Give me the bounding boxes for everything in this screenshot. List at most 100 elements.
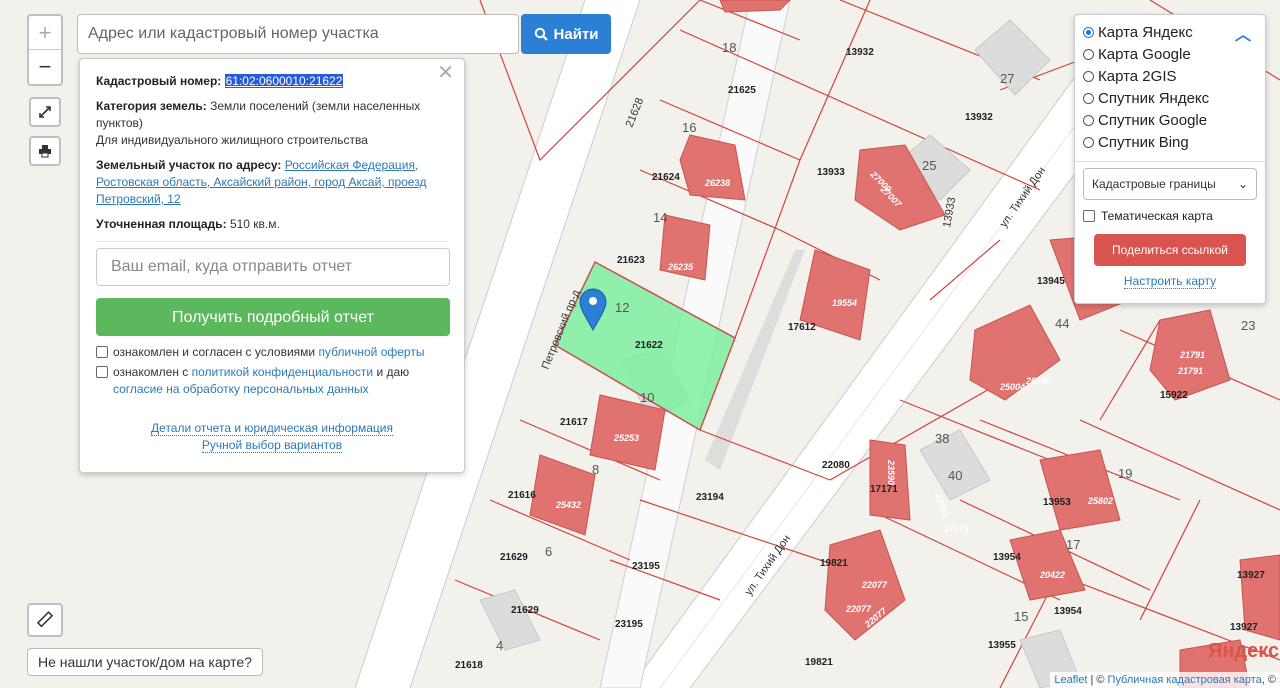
- layers-panel: ︿ Карта Яндекс Карта Google Карта 2GIS Спут…: [1074, 14, 1266, 304]
- svg-text:13932: 13932: [965, 112, 993, 123]
- radio-icon[interactable]: [1083, 92, 1094, 104]
- map-type-label: Карта Google: [1098, 45, 1191, 63]
- svg-text:25004: 25004: [999, 382, 1025, 392]
- offer-checkbox[interactable]: [96, 346, 108, 358]
- search-input[interactable]: Адрес или кадастровый номер участка: [77, 14, 519, 54]
- svg-text:13927: 13927: [1237, 570, 1265, 581]
- svg-text:13945: 13945: [1037, 276, 1065, 287]
- layer-select[interactable]: Кадастровые границы ⌄: [1083, 168, 1257, 200]
- thematic-checkbox[interactable]: [1083, 210, 1095, 222]
- svg-text:21629: 21629: [500, 552, 528, 563]
- report-details-link[interactable]: Детали отчета и юридическая информация: [151, 421, 393, 436]
- svg-text:21791: 21791: [1179, 350, 1205, 360]
- radio-icon[interactable]: [1083, 70, 1094, 82]
- layer-select-value: Кадастровые границы: [1092, 177, 1216, 191]
- area-value: 510 кв.м.: [229, 217, 280, 231]
- manual-selection-link[interactable]: Ручной выбор вариантов: [201, 438, 343, 453]
- map-type-option[interactable]: Карта 2GIS: [1083, 65, 1257, 87]
- close-icon[interactable]: ✕: [437, 63, 454, 83]
- map-type-options: Карта Яндекс Карта Google Карта 2GIS Спутни…: [1083, 21, 1257, 153]
- not-found-button[interactable]: Не нашли участок/дом на карте?: [27, 648, 263, 676]
- find-button[interactable]: Найти: [521, 14, 611, 54]
- setup-map-link[interactable]: Настроить карту: [1123, 274, 1217, 289]
- share-link-button[interactable]: Поделиться ссылкой: [1094, 234, 1246, 266]
- svg-text:17171: 17171: [944, 524, 969, 534]
- privacy-checkbox[interactable]: [96, 366, 108, 378]
- offer-agree-checkbox-row[interactable]: ознакомлен и согласен с условиями публич…: [96, 344, 448, 361]
- setup-map-link-row: Настроить карту: [1083, 274, 1257, 289]
- svg-text:21625: 21625: [728, 85, 756, 96]
- zoom-control: + −: [27, 14, 63, 86]
- radio-icon[interactable]: [1083, 48, 1094, 60]
- attrib-sep: | ©: [1087, 674, 1108, 686]
- cadastral-map-link[interactable]: Публичная кадастровая карта: [1108, 674, 1262, 686]
- svg-text:13932: 13932: [846, 47, 874, 58]
- svg-text:17612: 17612: [788, 322, 816, 333]
- svg-text:26280: 26280: [1025, 376, 1051, 386]
- radio-icon[interactable]: [1083, 26, 1094, 38]
- cadastral-number[interactable]: 61:02:0600010:21622: [224, 74, 344, 88]
- address-row: Земельный участок по адресу: Российская …: [96, 157, 448, 208]
- privacy-policy-link[interactable]: политикой конфиденциальности: [192, 365, 373, 379]
- map-attribution: Leaflet | © Публичная кадастровая карта,…: [1050, 672, 1280, 688]
- svg-text:19554: 19554: [832, 298, 857, 308]
- thematic-map-checkbox-row[interactable]: Тематическая карта: [1083, 208, 1257, 224]
- parcel-info-card: ✕ Кадастровый номер: 61:02:0600010:21622…: [79, 58, 465, 473]
- public-offer-link[interactable]: публичной оферты: [318, 345, 424, 359]
- map-type-option[interactable]: Спутник Яндекс: [1083, 87, 1257, 109]
- svg-text:8: 8: [592, 462, 599, 477]
- fullscreen-button[interactable]: [29, 97, 61, 127]
- svg-text:22080: 22080: [822, 460, 850, 471]
- yandex-logo: Яндекс: [1208, 640, 1280, 662]
- svg-text:14: 14: [653, 210, 667, 225]
- svg-text:15: 15: [1014, 609, 1028, 624]
- thematic-label: Тематическая карта: [1101, 209, 1213, 223]
- get-report-button[interactable]: Получить подробный отчет: [96, 298, 450, 336]
- svg-text:16: 16: [682, 120, 696, 135]
- svg-text:25432: 25432: [555, 500, 581, 510]
- svg-text:22077: 22077: [845, 604, 872, 614]
- email-field[interactable]: Ваш email, куда отправить отчет: [96, 248, 450, 286]
- svg-text:12: 12: [615, 300, 629, 315]
- ruler-icon: [36, 611, 54, 628]
- svg-text:26238: 26238: [704, 178, 730, 188]
- svg-text:44: 44: [1055, 316, 1069, 331]
- svg-text:25: 25: [922, 158, 936, 173]
- area-label: Уточненная площадь:: [96, 217, 227, 231]
- svg-text:21616: 21616: [508, 490, 536, 501]
- print-button[interactable]: [29, 136, 61, 166]
- ruler-button[interactable]: [27, 603, 63, 637]
- svg-text:20422: 20422: [1039, 570, 1065, 580]
- map-type-label: Карта Яндекс: [1098, 23, 1193, 41]
- svg-text:13927: 13927: [1230, 622, 1258, 633]
- map-type-option[interactable]: Карта Google: [1083, 43, 1257, 65]
- map-type-label: Спутник Яндекс: [1098, 89, 1210, 107]
- cad-label: Кадастровый номер:: [96, 74, 222, 88]
- address-label: Земельный участок по адресу:: [96, 158, 282, 172]
- svg-text:26235: 26235: [667, 262, 694, 272]
- radio-icon[interactable]: [1083, 136, 1094, 148]
- leaflet-link[interactable]: Leaflet: [1054, 674, 1087, 686]
- svg-text:21617: 21617: [560, 417, 588, 428]
- map-type-option[interactable]: Спутник Google: [1083, 109, 1257, 131]
- map-type-option[interactable]: Карта Яндекс: [1083, 21, 1257, 43]
- svg-text:23195: 23195: [615, 619, 643, 630]
- map-type-label: Спутник Google: [1098, 111, 1208, 129]
- svg-text:22077: 22077: [861, 580, 888, 590]
- cadastral-number-row: Кадастровый номер: 61:02:0600010:21622: [96, 73, 448, 90]
- zoom-out-button[interactable]: −: [29, 50, 61, 84]
- svg-text:25253: 25253: [613, 433, 639, 443]
- radio-icon[interactable]: [1083, 114, 1094, 126]
- land-category-row: Категория земель: Земли поселений (земли…: [96, 98, 448, 149]
- svg-text:25802: 25802: [1087, 496, 1113, 506]
- svg-text:23590: 23590: [886, 459, 896, 485]
- chevron-down-icon: ⌄: [1237, 177, 1248, 191]
- svg-text:17171: 17171: [870, 484, 898, 495]
- personal-data-consent-link[interactable]: согласие на обработку персональных данны…: [113, 382, 369, 396]
- privacy-agree-checkbox-row[interactable]: ознакомлен с политикой конфиденциальност…: [96, 364, 448, 398]
- map-type-option[interactable]: Спутник Bing: [1083, 131, 1257, 153]
- svg-text:21623: 21623: [617, 255, 645, 266]
- print-icon: [39, 145, 51, 158]
- zoom-in-button[interactable]: +: [29, 16, 61, 50]
- chevron-up-icon[interactable]: ︿: [1235, 21, 1251, 45]
